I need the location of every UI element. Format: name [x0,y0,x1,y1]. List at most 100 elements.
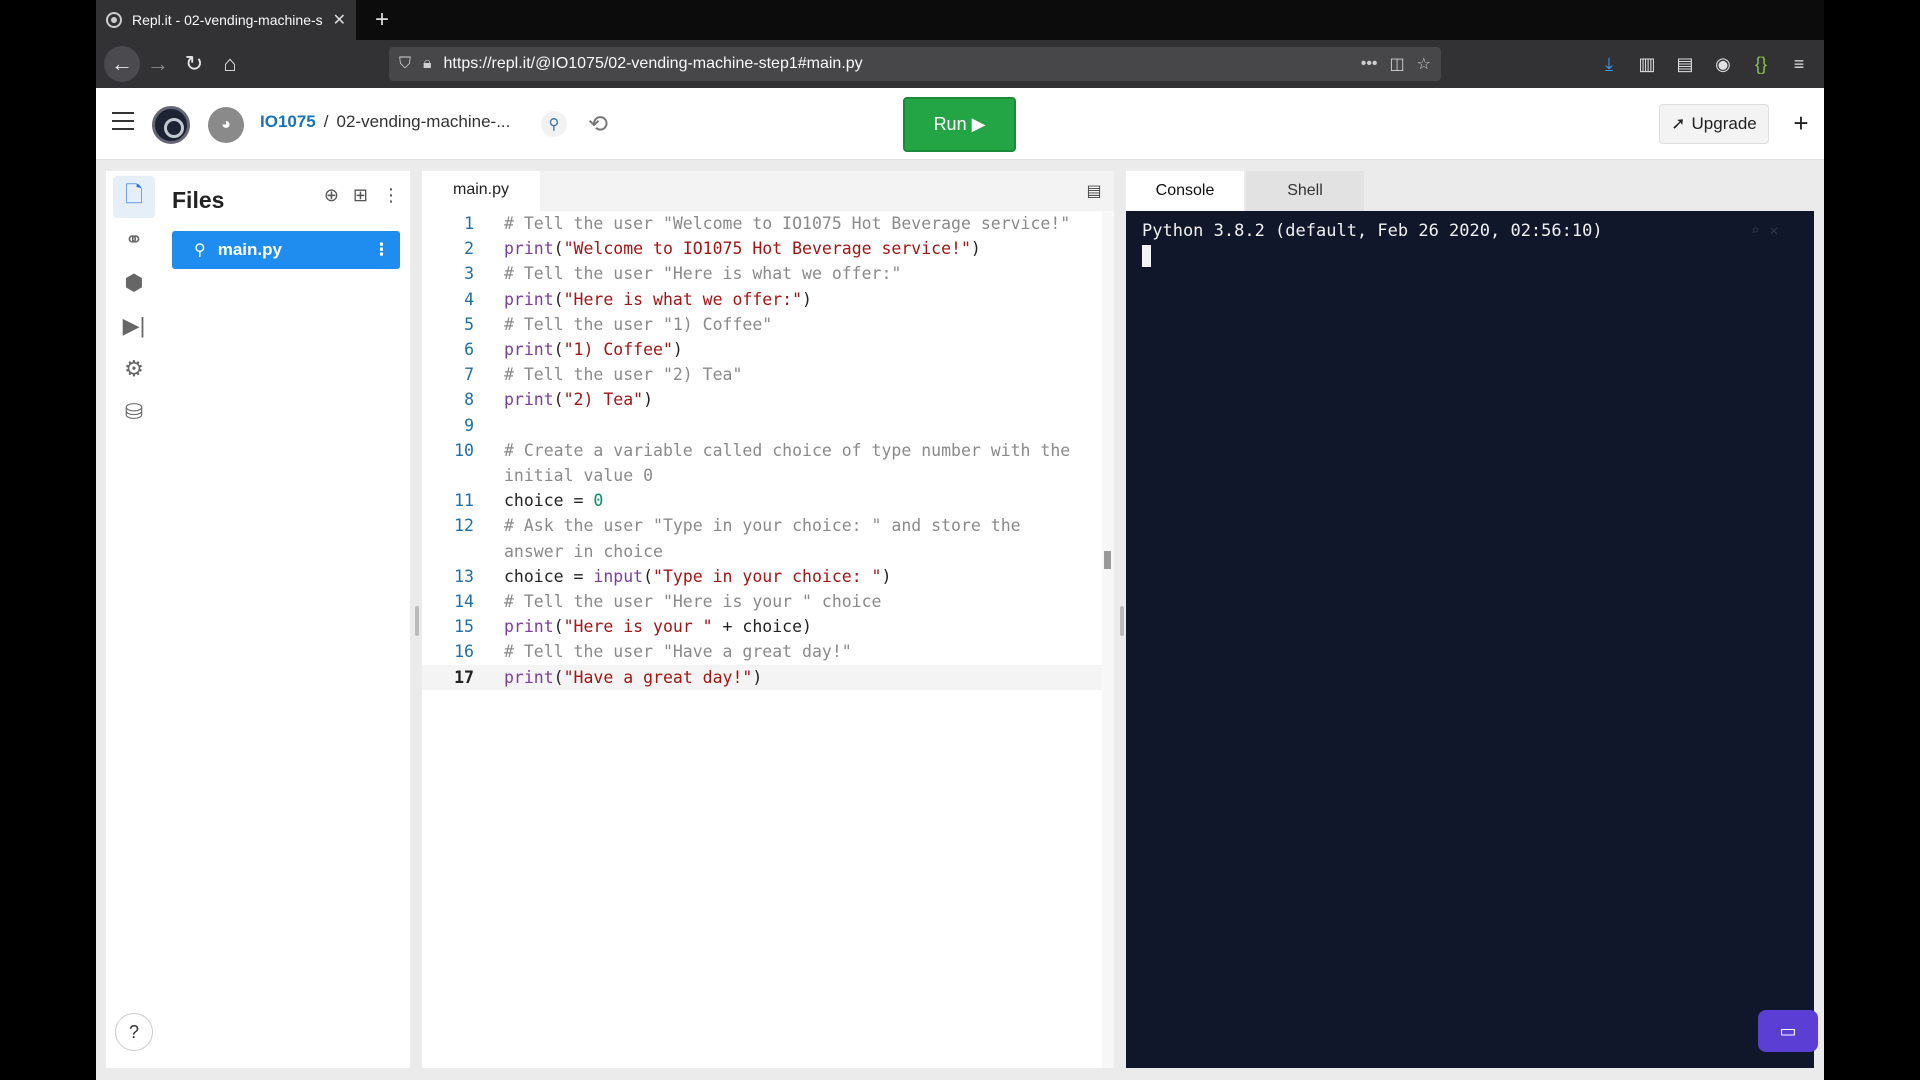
line-source[interactable]: answer in choice [474,539,663,564]
line-source[interactable]: # Tell the user "1) Coffee" [474,312,772,337]
line-source[interactable]: # Tell the user "Welcome to IO1075 Hot B… [474,211,1070,236]
reload-button[interactable]: ↻ [176,46,212,82]
code-line[interactable]: 4 print("Here is what we offer:") [422,287,1102,312]
pocket-icon[interactable]: ◫ [1390,54,1405,74]
forward-button[interactable]: → [140,46,176,82]
breadcrumb-user[interactable]: IO1075 [260,112,316,132]
code-line[interactable]: 17 print("Have a great day!") [422,664,1102,690]
code-line[interactable]: 11 choice = 0 [422,488,1102,513]
line-number [422,463,474,488]
line-source[interactable]: print("Here is what we offer:") [474,287,812,312]
rocket-icon: ➚ [1671,114,1686,133]
line-source[interactable]: # Tell the user "2) Tea" [474,362,742,387]
line-source[interactable]: ​ [474,413,504,438]
new-folder-icon[interactable]: ⊞ [353,185,368,206]
code-line[interactable]: 16 # Tell the user "Have a great day!" [422,639,1102,664]
line-source[interactable]: initial value 0 [474,463,653,488]
code-line[interactable]: initial value 0 [422,463,1102,488]
add-button[interactable]: + [1786,108,1816,138]
editor-resize-handle[interactable] [1120,606,1124,636]
browser-tab[interactable]: Repl.it - 02-vending-machine-s ✕ [96,0,356,40]
line-source[interactable]: print("2) Tea") [474,387,653,412]
hamburger-menu-icon[interactable] [112,112,134,130]
line-source[interactable]: # Tell the user "Have a great day!" [474,639,852,664]
code-line[interactable]: 2 print("Welcome to IO1075 Hot Beverage s… [422,236,1102,261]
code-line[interactable]: 12 # Ask the user "Type in your choice: "… [422,513,1102,538]
new-tab-button[interactable]: + [366,4,398,36]
line-source[interactable]: print("Welcome to IO1075 Hot Beverage se… [474,236,981,261]
avatar[interactable]: ◕ [208,107,244,143]
extension-icon[interactable]: {} [1746,49,1776,79]
code-line[interactable]: 15 print("Here is your " + choice) [422,614,1102,639]
database-icon[interactable]: ⛁ [113,391,155,433]
search-icon[interactable]: ⌕ [1751,223,1759,239]
line-source[interactable]: print("Have a great day!") [474,665,762,690]
back-button[interactable]: ← [104,46,140,82]
debugger-icon[interactable]: ▶| [113,305,155,347]
history-icon[interactable]: ⟲ [584,110,612,138]
editor-scrollbar-thumb[interactable] [1104,551,1111,569]
new-file-icon[interactable]: ⊕ [324,185,339,206]
code-line[interactable]: 6 print("1) Coffee") [422,337,1102,362]
line-number: 13 [454,566,474,586]
replit-logo-icon[interactable] [152,106,190,144]
run-button[interactable]: Run ▶ [903,97,1016,152]
code-area[interactable]: 1 # Tell the user "Welcome to IO1075 Hot … [422,211,1102,690]
files-icon[interactable]: 🗋︎ [113,176,155,218]
tab-console[interactable]: Console [1126,171,1244,211]
line-source[interactable]: choice = 0 [474,488,603,513]
url-text[interactable]: https://repl.it/@IO1075/02-vending-machi… [444,55,1349,73]
breadcrumb: IO1075 / 02-vending-machine-... [260,112,510,132]
file-item-main-py[interactable]: ⚲ main.py ⋮ [172,231,400,269]
more-icon[interactable]: ••• [1361,55,1378,73]
code-line[interactable]: 7 # Tell the user "2) Tea" [422,362,1102,387]
url-bar[interactable]: ⛉ 🔒︎ https://repl.it/@IO1075/02-vending-… [389,47,1441,81]
line-source[interactable]: # Create a variable called choice of typ… [474,438,1070,463]
line-source[interactable]: print("Here is your " + choice) [474,614,812,639]
code-line[interactable]: answer in choice [422,539,1102,564]
more-vertical-icon[interactable]: ⋮ [382,185,400,206]
home-button[interactable]: ⌂ [212,46,248,82]
code-line[interactable]: 9​ [422,413,1102,438]
code-line[interactable]: 13 choice = input("Type in your choice: "… [422,564,1102,589]
line-number: 5 [464,314,474,334]
code-line[interactable]: 3 # Tell the user "Here is what we offer:… [422,261,1102,286]
line-source[interactable]: choice = input("Type in your choice: ") [474,564,891,589]
account-icon[interactable]: ◉ [1708,49,1738,79]
version-control-icon[interactable]: ⚭ [113,219,155,261]
tab-shell[interactable]: Shell [1246,171,1364,211]
line-source[interactable]: # Ask the user "Type in your choice: " a… [474,513,1021,538]
line-source[interactable]: # Tell the user "Here is what we offer:" [474,261,901,286]
code-line[interactable]: 8 print("2) Tea") [422,387,1102,412]
star-icon[interactable]: ☆ [1417,54,1431,74]
files-resize-handle[interactable] [415,606,419,636]
sidebar-icon[interactable]: ▤ [1670,49,1700,79]
line-source[interactable]: # Tell the user "Here is your " choice [474,589,882,614]
packages-icon[interactable]: ⬢ [113,262,155,304]
python-language-icon[interactable]: ⚲ [541,111,567,137]
file-menu-icon[interactable]: ⋮ [373,240,390,260]
code-line[interactable]: 10 # Create a variable called choice of t… [422,438,1102,463]
clear-icon[interactable]: ✕ [1770,223,1778,239]
close-icon[interactable]: ✕ [333,10,346,30]
chat-button[interactable]: ▭ [1758,1010,1818,1052]
editor-menu-icon[interactable]: ▤ [1084,181,1104,201]
console-icons: ⌕ ✕ [1751,223,1778,239]
help-button[interactable]: ? [115,1013,153,1051]
library-icon[interactable]: ▥ [1632,49,1662,79]
editor-tab-main-py[interactable]: main.py [422,171,540,211]
menu-icon[interactable]: ≡ [1784,49,1814,79]
console-output[interactable]: Python 3.8.2 (default, Feb 26 2020, 02:5… [1126,211,1814,1068]
shield-icon[interactable]: ⛉ [399,55,411,73]
code-line[interactable]: 5 # Tell the user "1) Coffee" [422,312,1102,337]
editor-scrollbar[interactable] [1102,211,1114,1068]
upgrade-button[interactable]: ➚ Upgrade [1659,104,1769,144]
breadcrumb-project[interactable]: 02-vending-machine-... [337,112,511,132]
download-icon[interactable]: ⤓ [1594,49,1624,79]
settings-gear-icon[interactable]: ⚙ [113,348,155,390]
code-line[interactable]: 1 # Tell the user "Welcome to IO1075 Hot … [422,211,1102,236]
code-line[interactable]: 14 # Tell the user "Here is your " choice [422,589,1102,614]
line-number [422,539,474,564]
line-source[interactable]: print("1) Coffee") [474,337,683,362]
lock-icon[interactable]: 🔒︎ [423,55,432,73]
